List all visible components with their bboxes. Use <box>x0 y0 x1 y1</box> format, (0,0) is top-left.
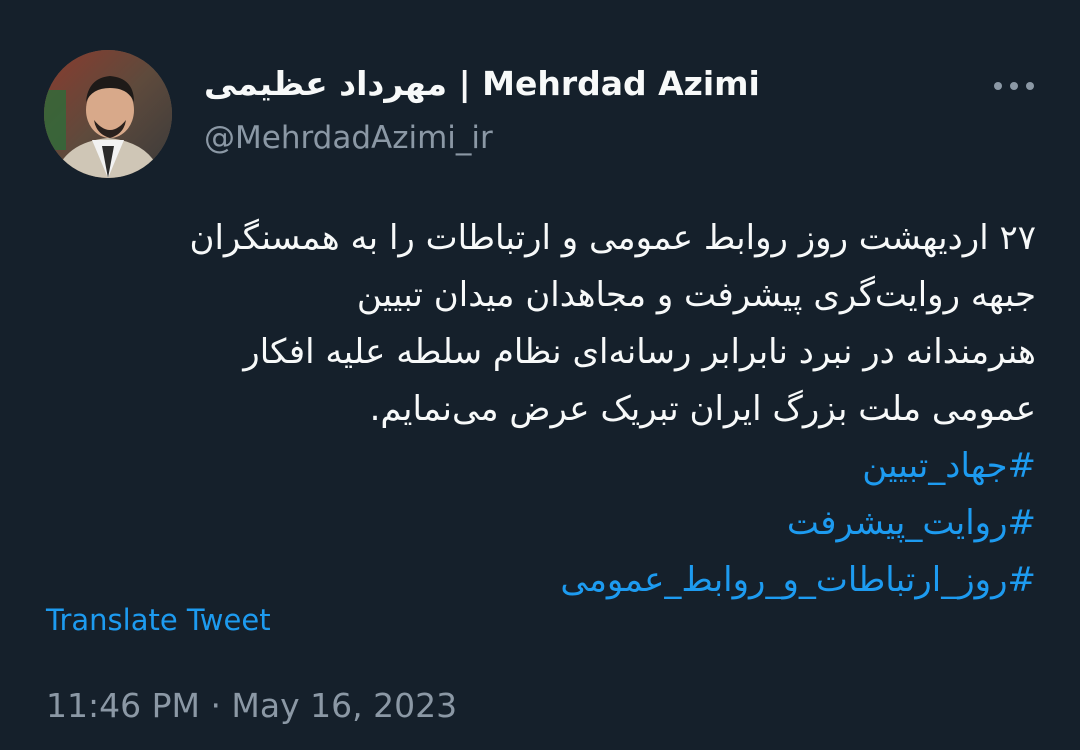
author-avatar[interactable] <box>44 50 172 178</box>
tweet-text-line: جبهه روایت‌گری پیشرفت و مجاهدان میدان تب… <box>356 275 1036 315</box>
author-handle[interactable]: @MehrdadAzimi_ir <box>204 116 493 160</box>
tweet-text-line: هنرمندانه در نبرد نابرابر رسانه‌ای نظام … <box>243 332 1036 372</box>
tweet-card: مهرداد عظیمی | Mehrdad Azimi @MehrdadAzi… <box>0 0 1080 750</box>
hashtag-link[interactable]: #جهاد_تبیین <box>36 438 1036 495</box>
more-options-button[interactable] <box>984 68 1044 104</box>
more-horizontal-icon-dot <box>1026 82 1034 90</box>
more-horizontal-icon-dot <box>1010 82 1018 90</box>
avatar-image <box>44 50 172 178</box>
tweet-text-line: ۲۷ اردیهشت روز روابط عمومی و ارتباطات را… <box>189 218 1036 258</box>
tweet-timestamp[interactable]: 11:46 PM · May 16, 2023 <box>46 684 457 728</box>
translate-tweet-link[interactable]: Translate Tweet <box>46 598 271 642</box>
hashtag-link[interactable]: #روایت_پیشرفت <box>36 495 1036 552</box>
author-display-name[interactable]: مهرداد عظیمی | Mehrdad Azimi <box>204 62 760 106</box>
tweet-text: ۲۷ اردیهشت روز روابط عمومی و ارتباطات را… <box>36 210 1036 609</box>
more-horizontal-icon <box>994 82 1002 90</box>
tweet-text-line: عمومی ملت بزرگ ایران تبریک عرض می‌نمایم. <box>369 389 1036 429</box>
